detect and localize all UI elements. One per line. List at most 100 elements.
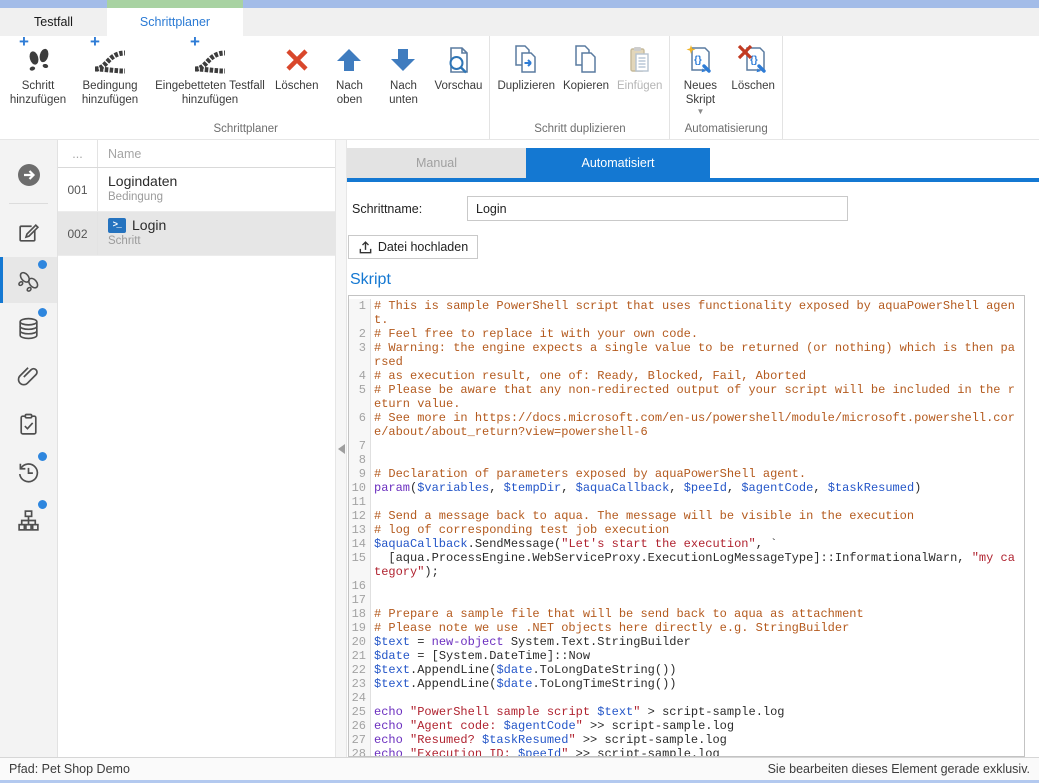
- document-tab-bar: Testfall Schrittplaner: [0, 8, 1039, 36]
- active-tab-marker: [107, 0, 243, 8]
- delete-x-icon: [283, 41, 311, 79]
- plus-overlay-icon: +: [190, 33, 200, 50]
- tab-manual[interactable]: Manual: [347, 148, 526, 178]
- add-embedded-testcase-button[interactable]: + Eingebetteten Testfall hinzufügen: [149, 39, 271, 107]
- paste-button[interactable]: Einfügen: [613, 39, 666, 94]
- line-number: 17: [349, 593, 371, 607]
- editor-line: 13# log of corresponding test job execut…: [349, 523, 1024, 537]
- delete-script-icon: {}: [737, 41, 769, 79]
- window-bottom-strip: [0, 780, 1039, 783]
- preview-icon: [443, 41, 473, 79]
- line-number: 18: [349, 607, 371, 621]
- tasks-icon: [16, 412, 41, 437]
- ribbon-group-schrittplaner: + Schritt hinzufügen + Bedingung hinzufü…: [2, 36, 490, 139]
- editor-line: 11: [349, 495, 1024, 509]
- move-down-button[interactable]: Nach unten: [376, 39, 430, 107]
- sidebar-item-collapse[interactable]: [0, 152, 57, 198]
- line-number: 26: [349, 719, 371, 733]
- ribbon-group-label: Automatisierung: [673, 120, 778, 139]
- ribbon-button-label: Duplizieren: [497, 80, 555, 94]
- editor-line: 6# See more in https://docs.microsoft.co…: [349, 411, 1024, 439]
- list-item[interactable]: 001LogindatenBedingung: [58, 168, 335, 212]
- duplicate-icon: [510, 41, 542, 79]
- embedded-testcase-add-icon: +: [193, 41, 227, 79]
- step-name-input[interactable]: [467, 196, 848, 221]
- code-text: # Please note we use .NET objects here d…: [371, 621, 1021, 635]
- editor-line: 17: [349, 593, 1024, 607]
- editor-line: 26echo "Agent code: $agentCode" >> scrip…: [349, 719, 1024, 733]
- column-header-number[interactable]: ...: [58, 140, 98, 167]
- script-editor[interactable]: 1# This is sample PowerShell script that…: [348, 295, 1025, 757]
- new-script-button[interactable]: {} Neues Skript ▼: [673, 39, 727, 116]
- move-up-button[interactable]: Nach oben: [322, 39, 376, 107]
- code-text: [371, 495, 1021, 509]
- upload-file-button[interactable]: Datei hochladen: [348, 235, 478, 259]
- line-number: 20: [349, 635, 371, 649]
- editor-line: 12# Send a message back to aqua. The mes…: [349, 509, 1024, 523]
- step-name-label: Schrittname:: [352, 202, 467, 216]
- sidebar-item-data[interactable]: [0, 305, 57, 351]
- tab-automatisiert[interactable]: Automatisiert: [526, 148, 710, 178]
- sidebar-item-edit[interactable]: [0, 209, 57, 255]
- editor-line: 18# Prepare a sample file that will be s…: [349, 607, 1024, 621]
- line-number: 4: [349, 369, 371, 383]
- step-subtitle: Schritt: [108, 235, 166, 247]
- code-text: [371, 453, 1021, 467]
- code-text: # Send a message back to aqua. The messa…: [371, 509, 1021, 523]
- collapse-left-icon: [338, 444, 345, 454]
- line-number: 22: [349, 663, 371, 677]
- sidebar-item-history[interactable]: [0, 449, 57, 495]
- edit-icon: [16, 220, 41, 245]
- sidebar-item-tasks[interactable]: [0, 401, 57, 447]
- active-tab-underline: [347, 178, 1039, 182]
- delete-script-button[interactable]: {} Löschen: [727, 39, 778, 94]
- editor-line: 24: [349, 691, 1024, 705]
- arrow-up-icon: [335, 41, 363, 79]
- code-text: # Prepare a sample file that will be sen…: [371, 607, 1021, 621]
- add-condition-button[interactable]: + Bedingung hinzufügen: [71, 39, 149, 107]
- editor-line: 20$text = new-object System.Text.StringB…: [349, 635, 1024, 649]
- copy-button[interactable]: Kopieren: [559, 39, 613, 94]
- ribbon-button-label: Eingebetteten Testfall hinzufügen: [153, 80, 267, 107]
- editor-line: 3# Warning: the engine expects a single …: [349, 341, 1024, 369]
- line-number: 8: [349, 453, 371, 467]
- delete-step-button[interactable]: Löschen: [271, 39, 322, 94]
- code-text: [371, 579, 1021, 593]
- code-text: # This is sample PowerShell script that …: [371, 299, 1021, 327]
- panel-splitter[interactable]: [335, 140, 347, 757]
- step-list-header: ... Name: [58, 140, 335, 168]
- editor-line: 5# Please be aware that any non-redirect…: [349, 383, 1024, 411]
- code-text: echo "Execution ID: $peeId" >> script-sa…: [371, 747, 1021, 757]
- editor-line: 4# as execution result, one of: Ready, B…: [349, 369, 1024, 383]
- footsteps-add-icon: +: [22, 41, 54, 79]
- editor-line: 15 [aqua.ProcessEngine.WebServiceProxy.E…: [349, 551, 1024, 579]
- code-text: echo "PowerShell sample script $text" > …: [371, 705, 1021, 719]
- preview-button[interactable]: Vorschau: [430, 39, 486, 94]
- line-number: 5: [349, 383, 371, 411]
- editor-line: 8: [349, 453, 1024, 467]
- list-item[interactable]: 002>_LoginSchritt: [58, 212, 335, 256]
- attachment-icon: [16, 364, 41, 389]
- duplicate-button[interactable]: Duplizieren: [493, 39, 559, 94]
- add-step-button[interactable]: + Schritt hinzufügen: [5, 39, 71, 107]
- paste-icon: [625, 41, 655, 79]
- editor-line: 1# This is sample PowerShell script that…: [349, 299, 1024, 327]
- line-number: 2: [349, 327, 371, 341]
- collapse-arrow-icon: [16, 162, 42, 188]
- powershell-icon: >_: [108, 218, 126, 233]
- tab-schrittplaner[interactable]: Schrittplaner: [107, 8, 243, 36]
- line-number: 6: [349, 411, 371, 439]
- sidebar-item-attachments[interactable]: [0, 353, 57, 399]
- editor-line: 14$aquaCallback.SendMessage("Let's start…: [349, 537, 1024, 551]
- column-header-name[interactable]: Name: [98, 140, 141, 167]
- notification-badge: [38, 452, 47, 461]
- script-editor-lines: 1# This is sample PowerShell script that…: [349, 299, 1024, 757]
- sidebar-item-hierarchy[interactable]: [0, 497, 57, 543]
- code-text: param($variables, $tempDir, $aquaCallbac…: [371, 481, 1021, 495]
- step-number: 001: [58, 168, 98, 211]
- line-number: 9: [349, 467, 371, 481]
- sidebar-item-steps[interactable]: [0, 257, 57, 303]
- ribbon-button-label: Löschen: [731, 80, 774, 94]
- upload-file-button-label: Datei hochladen: [378, 240, 468, 254]
- arrow-down-icon: [389, 41, 417, 79]
